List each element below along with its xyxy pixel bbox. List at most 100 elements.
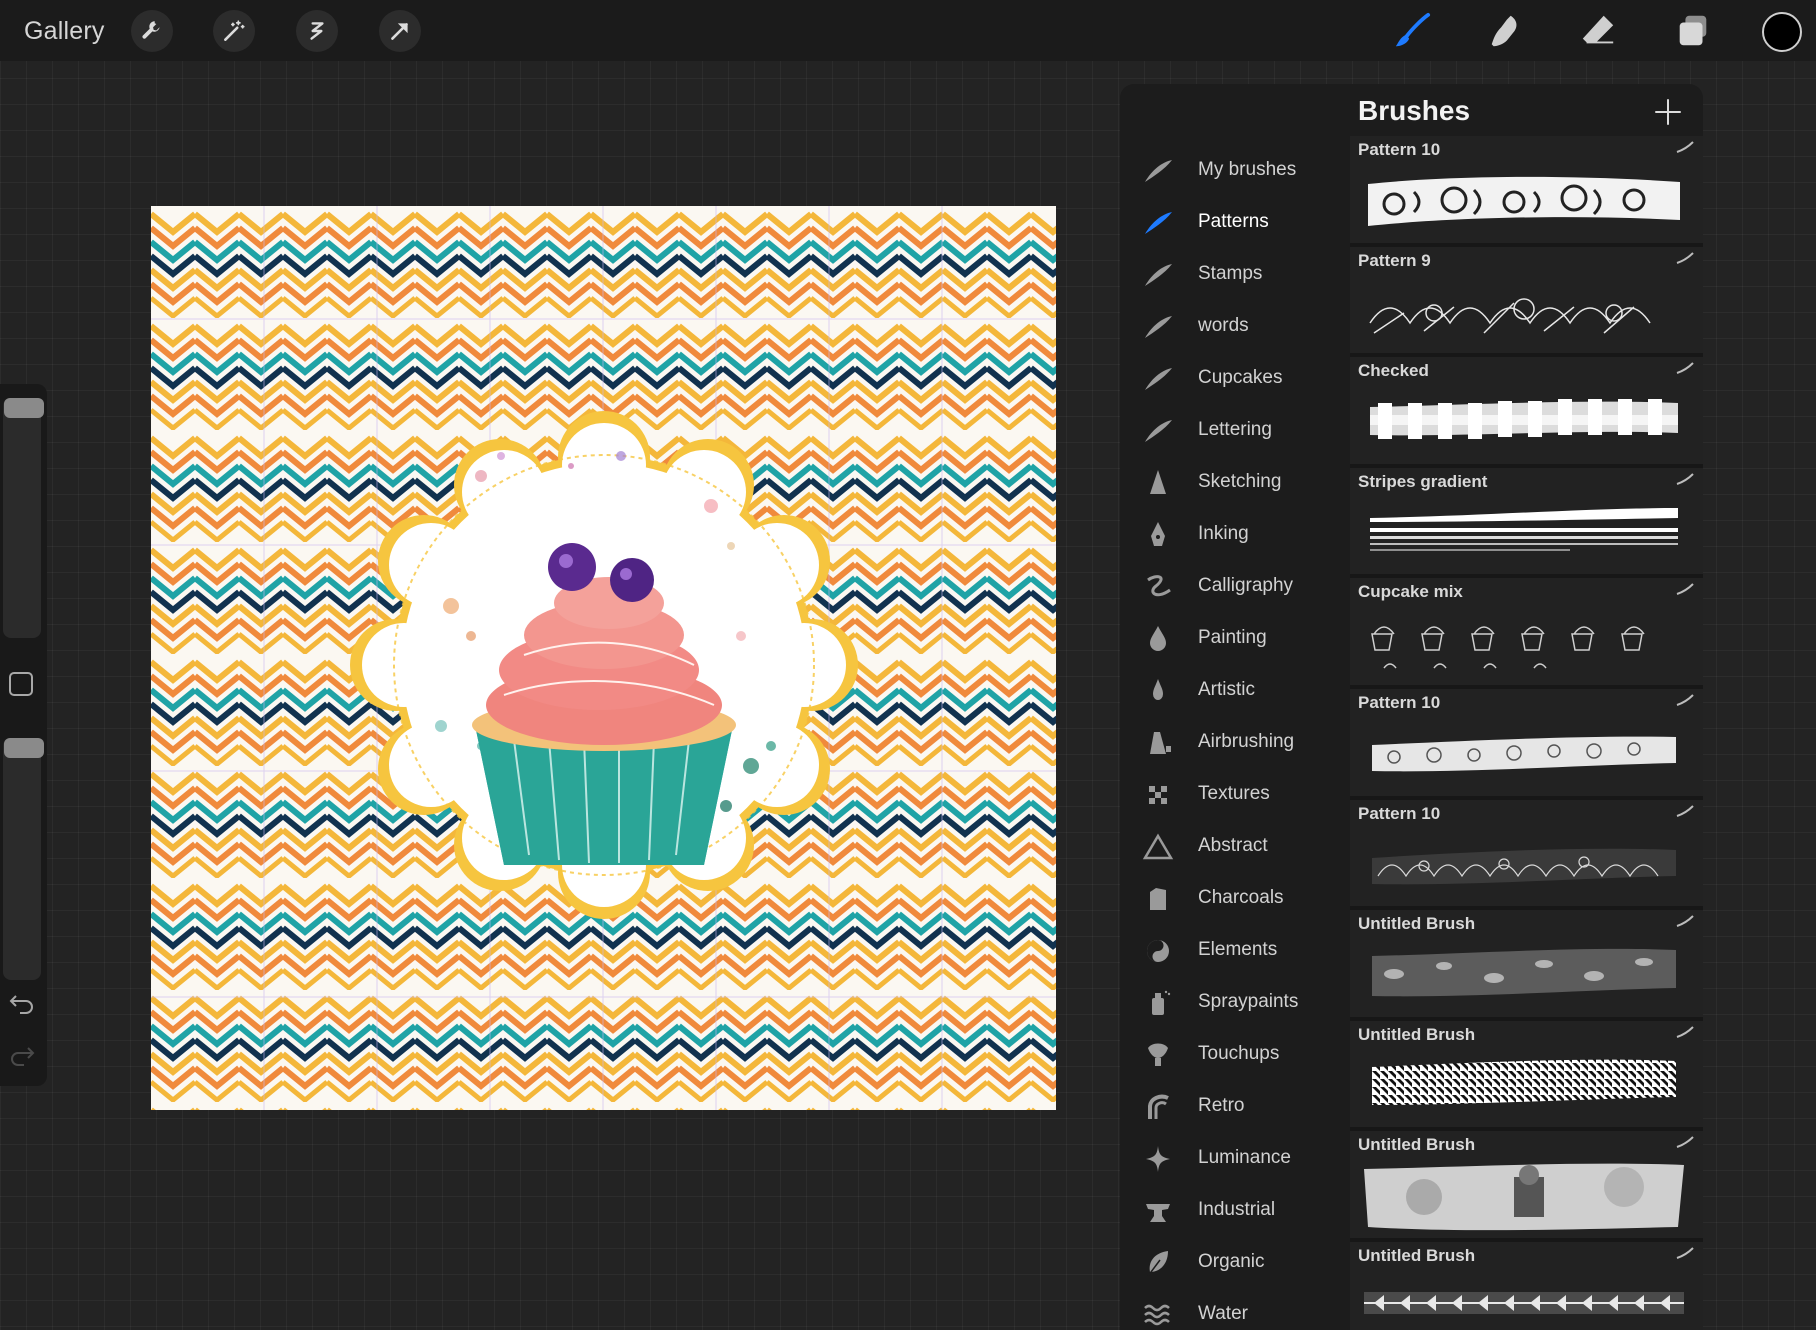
brush-set-airbrushing[interactable]: Airbrushing: [1120, 717, 1350, 769]
brush-set-industrial[interactable]: Industrial: [1120, 1185, 1350, 1237]
brush-preview: [1372, 1059, 1676, 1105]
brush-set-luminance[interactable]: Luminance: [1120, 1133, 1350, 1185]
brush-size-slider[interactable]: [3, 398, 44, 638]
brush-item[interactable]: Pattern 9: [1350, 246, 1703, 358]
color-picker-swatch[interactable]: [1762, 12, 1802, 52]
brush-source-icon: [1676, 915, 1694, 928]
brush-item[interactable]: Cupcake mix: [1350, 578, 1703, 689]
smudge-icon[interactable]: [1484, 10, 1526, 52]
brush-set-charcoals[interactable]: Charcoals: [1120, 873, 1350, 925]
brush-source-icon: [1676, 141, 1694, 153]
brush-item[interactable]: Untitled Brush: [1350, 1131, 1703, 1242]
top-toolbar: Gallery: [0, 0, 1816, 61]
brush-preview: [1368, 176, 1680, 226]
brush-set-water[interactable]: Water: [1120, 1289, 1350, 1330]
opacity-slider[interactable]: [3, 738, 44, 980]
calligraphy-icon: [1147, 575, 1171, 597]
sparkle-icon: [1146, 1146, 1170, 1172]
brush-source-icon: [1676, 1136, 1694, 1149]
brush-item[interactable]: Pattern 10: [1350, 688, 1703, 800]
brush-item[interactable]: Checked: [1350, 357, 1703, 468]
brush-preview: [1371, 626, 1645, 669]
spray-can-icon: [1152, 990, 1171, 1015]
brush-source-icon: [1676, 583, 1694, 596]
triangle-icon: [1142, 833, 1174, 860]
yin-yang-icon: [1147, 940, 1169, 962]
brush-preview: [1364, 1291, 1684, 1314]
brush-set-lettering[interactable]: Lettering: [1120, 405, 1350, 457]
brush-set-cupcakes[interactable]: Cupcakes: [1120, 353, 1350, 405]
layers-icon[interactable]: [1672, 10, 1714, 52]
charcoal-icon: [1150, 888, 1166, 910]
brush-library-panel: Brushes My brushes Patterns Stamps words…: [1120, 84, 1703, 1330]
brush-set-my-brushes[interactable]: My brushes: [1120, 145, 1350, 197]
brush-preview: [1370, 399, 1678, 440]
brush-set-artistic[interactable]: Artistic: [1120, 665, 1350, 717]
brush-sets-list: My brushes Patterns Stamps words Cupcake…: [1120, 145, 1350, 1330]
airbrush-icon: [1150, 732, 1171, 754]
feather-icon: [1145, 316, 1172, 338]
brush-item[interactable]: Untitled Brush: [1350, 1020, 1703, 1132]
rainbow-icon: [1148, 1094, 1169, 1119]
brush-preview: [1369, 297, 1651, 334]
brush-item[interactable]: Pattern 10: [1350, 136, 1703, 247]
feather-icon: [1145, 420, 1172, 442]
feather-icon: [1145, 212, 1172, 234]
brush-preview: [1370, 507, 1678, 551]
brush-set-inking[interactable]: Inking: [1120, 509, 1350, 561]
brush-item[interactable]: Stripes gradient: [1350, 467, 1703, 579]
redo-icon[interactable]: [8, 1040, 36, 1068]
selection-icon[interactable]: [296, 10, 338, 52]
brush-set-spraypaints[interactable]: Spraypaints: [1120, 977, 1350, 1029]
paint-drop-icon: [1150, 626, 1166, 651]
brush-set-touchups[interactable]: Touchups: [1120, 1029, 1350, 1081]
feather-icon: [1145, 160, 1172, 182]
brush-item[interactable]: Pattern 10: [1350, 799, 1703, 911]
plus-icon[interactable]: [1648, 92, 1688, 132]
brush-set-calligraphy[interactable]: Calligraphy: [1120, 561, 1350, 613]
gallery-button[interactable]: Gallery: [24, 17, 105, 46]
undo-icon[interactable]: [8, 988, 36, 1016]
brush-preview: [1372, 949, 1676, 997]
drawing-canvas[interactable]: [151, 206, 1056, 1110]
eraser-icon[interactable]: [1577, 10, 1619, 52]
brush-size-thumb[interactable]: [4, 398, 44, 418]
brush-set-stamps[interactable]: Stamps: [1120, 249, 1350, 301]
brush-set-painting[interactable]: Painting: [1120, 613, 1350, 665]
wrench-icon[interactable]: [131, 10, 173, 52]
left-sidebar: [0, 384, 47, 1086]
feather-icon: [1145, 264, 1172, 286]
brush-source-icon: [1676, 251, 1694, 264]
brush-item[interactable]: Untitled Brush: [1350, 910, 1703, 1021]
leaf-icon: [1147, 1251, 1168, 1277]
panel-title: Brushes: [1358, 95, 1471, 126]
brush-set-textures[interactable]: Textures: [1120, 769, 1350, 821]
brush-source-icon: [1676, 1026, 1694, 1038]
brush-source-icon: [1676, 1247, 1694, 1259]
brush-item[interactable]: Untitled Brush: [1350, 1241, 1703, 1330]
brush-icon[interactable]: [1391, 10, 1433, 52]
pen-nib-icon: [1151, 522, 1165, 546]
magic-wand-icon[interactable]: [213, 10, 255, 52]
touchup-icon: [1148, 1043, 1168, 1066]
brush-preview: [1372, 848, 1676, 884]
brush-source-icon: [1676, 473, 1694, 485]
waves-icon: [1144, 1304, 1170, 1326]
brush-source-icon: [1676, 804, 1694, 817]
brush-preview: [1372, 736, 1676, 772]
brush-set-organic[interactable]: Organic: [1120, 1237, 1350, 1289]
brush-source-icon: [1676, 362, 1694, 375]
brush-set-sketching[interactable]: Sketching: [1120, 457, 1350, 509]
opacity-thumb[interactable]: [4, 738, 44, 758]
brush-set-words[interactable]: words: [1120, 301, 1350, 353]
brush-set-elements[interactable]: Elements: [1120, 925, 1350, 977]
brush-set-patterns[interactable]: Patterns: [1120, 197, 1350, 249]
brush-set-retro[interactable]: Retro: [1120, 1081, 1350, 1133]
brush-preview: [1364, 1163, 1684, 1231]
anvil-icon: [1146, 1204, 1170, 1222]
chevron-pattern: [151, 206, 1056, 1110]
transform-arrow-icon[interactable]: [379, 10, 421, 52]
modify-button[interactable]: [9, 672, 33, 696]
brush-set-abstract[interactable]: Abstract: [1120, 821, 1350, 873]
brush-list: Pattern 10 Pattern 9 Checked Stripes gra…: [1350, 136, 1703, 1330]
